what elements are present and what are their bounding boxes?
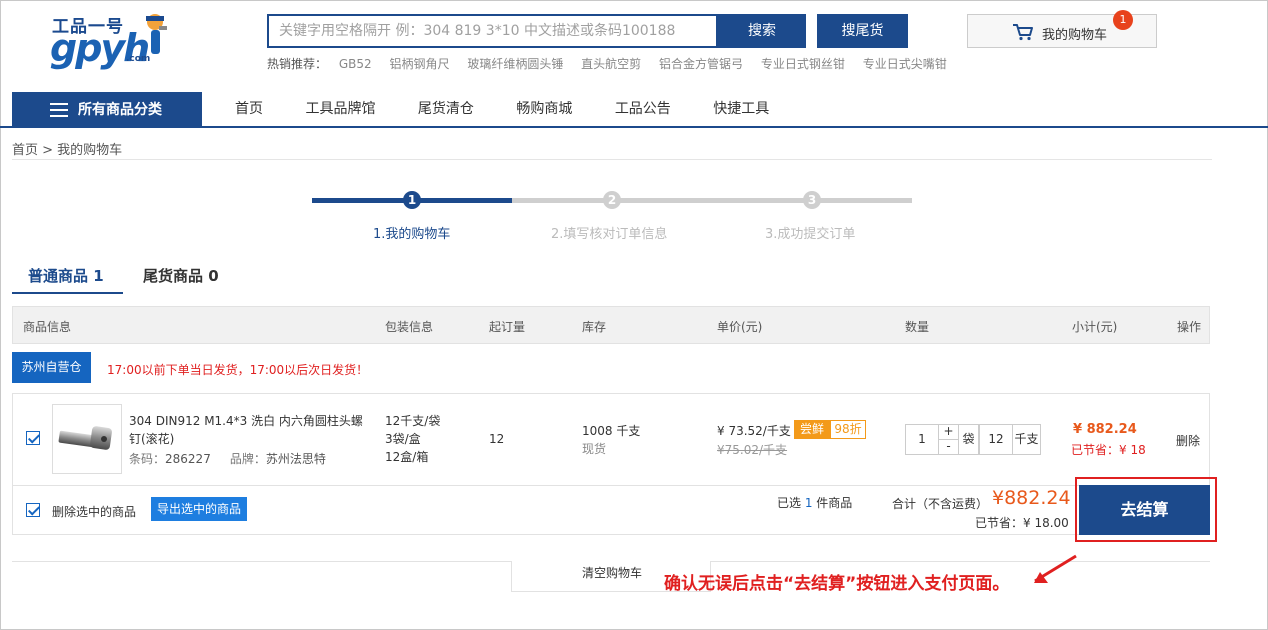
all-categories-menu[interactable]: 所有商品分类 bbox=[12, 92, 202, 128]
unit-price: ¥ 73.52/千支 bbox=[717, 424, 791, 438]
site-logo[interactable]: 工品一号 gpyh .com bbox=[50, 12, 170, 70]
total-label: 合计（不含运费） bbox=[892, 497, 989, 511]
hot-keyword-link[interactable]: 玻璃纤维柄圆头锤 bbox=[467, 57, 563, 71]
breadcrumb-divider bbox=[12, 159, 1212, 160]
unit-qty-input[interactable]: 12 bbox=[979, 424, 1013, 455]
nav-item-brands[interactable]: 工具品牌馆 bbox=[305, 92, 375, 126]
my-cart-label: 我的购物车 bbox=[1042, 28, 1108, 43]
search-tail-button[interactable]: 搜尾货 bbox=[817, 14, 908, 48]
selected-count: 已选 1 件商品 bbox=[777, 494, 852, 511]
unit-label: 千支 bbox=[1013, 424, 1041, 455]
original-price: ¥75.02/千支 bbox=[717, 443, 788, 457]
tab-normal-count: 1 bbox=[93, 267, 104, 285]
tab-clearance-goods[interactable]: 尾货商品 0 bbox=[143, 265, 219, 286]
search-input[interactable] bbox=[269, 16, 716, 46]
trial-tag: 尝鲜 bbox=[794, 420, 830, 439]
packing-line: 3袋/盒 bbox=[385, 432, 421, 446]
brand-label: 品牌： bbox=[229, 452, 266, 466]
hot-keyword-link[interactable]: GB52 bbox=[339, 57, 372, 71]
qty-decrease-button[interactable]: - bbox=[938, 439, 959, 455]
col-subtotal: 小计(元) bbox=[1072, 320, 1118, 334]
search-button[interactable]: 搜索 bbox=[718, 14, 806, 48]
brand-value: 苏州法思特 bbox=[265, 452, 326, 466]
instruction-annotation: 确认无误后点击“去结算”按钮进入支付页面。 bbox=[664, 574, 1010, 594]
nav-item-mall[interactable]: 畅购商城 bbox=[516, 92, 572, 126]
tab-clearance-count: 0 bbox=[208, 267, 219, 285]
checkout-button[interactable]: 去结算 bbox=[1079, 485, 1210, 535]
product-thumbnail[interactable] bbox=[52, 404, 122, 474]
export-selected-button[interactable]: 导出选中的商品 bbox=[151, 497, 247, 521]
nav-item-home[interactable]: 首页 bbox=[235, 92, 263, 126]
step-3-label: 3.成功提交订单 bbox=[765, 227, 856, 242]
packing-line: 12盒/箱 bbox=[385, 450, 429, 464]
qty-increase-button[interactable]: + bbox=[938, 424, 959, 440]
discount-tag: 98折 bbox=[830, 420, 866, 439]
clear-cart-link[interactable]: 清空购物车 bbox=[582, 564, 642, 581]
hot-keyword-link[interactable]: 铝柄钢角尺 bbox=[389, 57, 449, 71]
hot-keywords: 热销推荐： GB52 铝柄钢角尺 玻璃纤维柄圆头锤 直头航空剪 铝合金方管锯弓 … bbox=[267, 55, 961, 72]
bag-qty-input[interactable]: 1 bbox=[905, 424, 939, 455]
total-saved: 已节省：¥ 18.00 bbox=[975, 516, 1069, 530]
step-2-label: 2.填写核对订单信息 bbox=[551, 227, 668, 242]
col-actions: 操作 bbox=[1177, 320, 1202, 334]
step-1-marker: 1 bbox=[403, 191, 421, 209]
code-label: 条码： bbox=[129, 452, 166, 466]
step-1-label: 1.我的购物车 bbox=[373, 227, 451, 242]
search-box bbox=[267, 14, 718, 48]
logo-mascot-icon bbox=[146, 14, 167, 54]
col-stock: 库存 bbox=[582, 320, 607, 334]
stock-info: 1008 千支 现货 bbox=[582, 422, 640, 458]
cart-count-badge: 1 bbox=[1113, 10, 1133, 30]
hot-keyword-link[interactable]: 直头航空剪 bbox=[581, 57, 641, 71]
hot-keyword-link[interactable]: 铝合金方管锯弓 bbox=[659, 57, 743, 71]
hot-keywords-label: 热销推荐： bbox=[267, 57, 328, 71]
warehouse-badge: 苏州自营仓 bbox=[12, 352, 91, 383]
col-quantity: 数量 bbox=[905, 320, 930, 334]
tab-normal-goods[interactable]: 普通商品 1 bbox=[28, 265, 104, 286]
col-product-info: 商品信息 bbox=[23, 320, 72, 334]
col-unit-price: 单价(元) bbox=[717, 320, 763, 334]
min-order-qty: 12 bbox=[489, 432, 505, 446]
select-all-checkbox[interactable] bbox=[26, 503, 40, 517]
selected-suffix: 件商品 bbox=[812, 496, 853, 510]
nav-item-quick-tools[interactable]: 快捷工具 bbox=[713, 92, 769, 126]
step-bar-rest bbox=[512, 198, 912, 203]
selected-prefix: 已选 bbox=[777, 496, 805, 510]
screw-image-icon bbox=[58, 426, 112, 450]
packing-line: 12千支/袋 bbox=[385, 414, 441, 428]
main-nav: 首页 工具品牌馆 尾货清仓 畅购商城 工品公告 快捷工具 bbox=[235, 92, 769, 126]
menu-icon bbox=[50, 103, 68, 117]
nav-item-clearance[interactable]: 尾货清仓 bbox=[418, 92, 474, 126]
hot-keyword-link[interactable]: 专业日式尖嘴钳 bbox=[863, 57, 947, 71]
item-subtotal: ¥ 882.24 bbox=[1073, 422, 1137, 437]
code-value: 286227 bbox=[165, 452, 211, 466]
cart-table-header: 商品信息 包装信息 起订量 库存 单价(元) 数量 小计(元) 操作 bbox=[12, 306, 1210, 344]
breadcrumb[interactable]: 首页 > 我的购物车 bbox=[12, 139, 122, 158]
packing-info: 12千支/袋 3袋/盒 12盒/箱 bbox=[385, 412, 440, 466]
step-2-marker: 2 bbox=[603, 191, 621, 209]
stock-status: 现货 bbox=[582, 442, 607, 456]
col-packing: 包装信息 bbox=[385, 320, 434, 334]
bag-unit-label: 袋 bbox=[959, 424, 979, 455]
product-name[interactable]: 304 DIN912 M1.4*3 洗白 内六角圆柱头螺钉(滚花) bbox=[129, 412, 369, 448]
col-moq: 起订量 bbox=[489, 320, 526, 334]
annotation-arrow-icon bbox=[1034, 554, 1077, 583]
item-saved: 已节省：¥ 18 bbox=[1071, 443, 1146, 457]
tab-clearance-label: 尾货商品 bbox=[143, 267, 204, 285]
all-categories-label: 所有商品分类 bbox=[78, 102, 162, 118]
tab-normal-label: 普通商品 bbox=[28, 267, 89, 285]
shopping-cart-icon bbox=[1013, 24, 1033, 41]
delete-selected-link[interactable]: 删除选中的商品 bbox=[52, 503, 136, 520]
step-3-marker: 3 bbox=[803, 191, 821, 209]
product-code-brand: 条码：286227 品牌：苏州法思特 bbox=[129, 450, 326, 467]
delete-item-link[interactable]: 删除 bbox=[1176, 432, 1200, 449]
total-amount: ¥882.24 bbox=[992, 487, 1071, 509]
hot-keyword-link[interactable]: 专业日式钢丝钳 bbox=[761, 57, 845, 71]
my-cart-button[interactable]: 我的购物车 1 bbox=[967, 10, 1157, 48]
item-checkbox[interactable] bbox=[26, 431, 40, 445]
shipping-note: 17:00以前下单当日发货，17:00以后次日发货！ bbox=[107, 363, 369, 377]
stock-qty: 1008 千支 bbox=[582, 424, 641, 438]
active-tab-underline bbox=[12, 292, 123, 294]
nav-item-announcements[interactable]: 工品公告 bbox=[615, 92, 671, 126]
